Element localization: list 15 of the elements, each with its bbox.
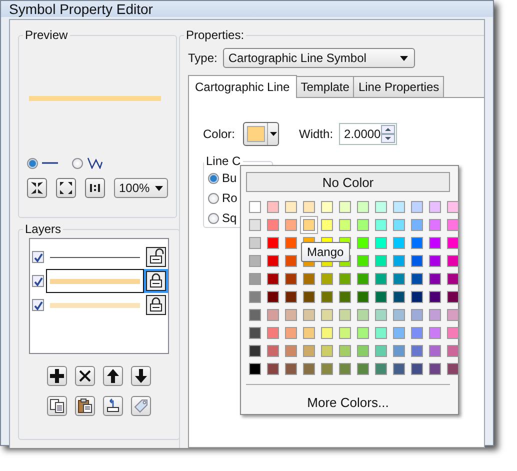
group-title: Line C	[205, 154, 242, 168]
window-title: Symbol Property Editor	[9, 1, 153, 17]
width-value: 2.0000	[344, 127, 381, 141]
option-label: Sq	[222, 211, 237, 225]
group-title: Preview	[24, 28, 69, 42]
zoom-value: 100%	[119, 181, 150, 195]
type-label: Type:	[188, 51, 218, 65]
option-label: Ro	[222, 191, 238, 205]
group-title: Properties:	[185, 28, 246, 42]
color-label: Color:	[203, 127, 236, 141]
width-label: Width:	[299, 127, 334, 141]
tooltip: Mango	[301, 242, 350, 262]
type-value: Cartographic Line Symbol	[228, 51, 366, 65]
group-title: Layers	[24, 222, 62, 236]
option-label: Bu	[222, 171, 237, 185]
